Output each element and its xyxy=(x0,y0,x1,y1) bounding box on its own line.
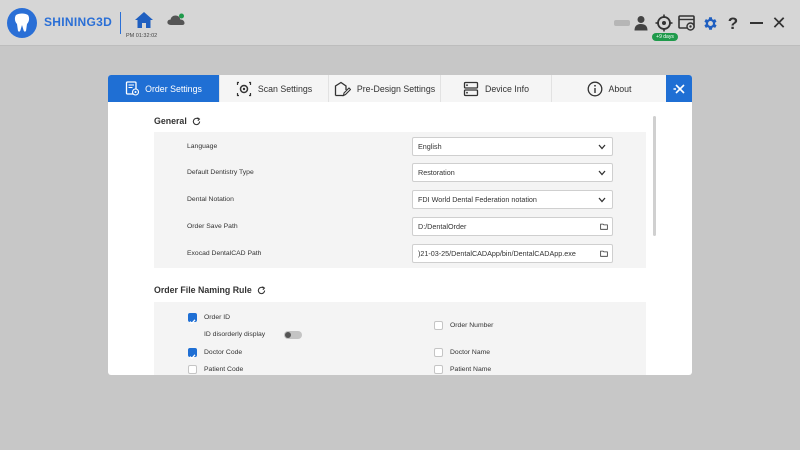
home-icon[interactable] xyxy=(134,11,154,31)
patient-code-label: Patient Code xyxy=(204,366,244,373)
device-info-icon xyxy=(463,81,479,96)
language-dropdown[interactable]: English xyxy=(412,137,613,156)
exocad-path-field[interactable]: )21-03-25/DentalCADApp/bin/DentalCADApp.… xyxy=(412,244,613,263)
settings-tabs: Order Settings Scan Settings Pre-Design … xyxy=(108,75,666,102)
tab-about[interactable]: About xyxy=(552,75,666,102)
doctor-name-label: Doctor Name xyxy=(450,349,491,356)
chevron-down-icon xyxy=(598,197,606,203)
tab-order-settings[interactable]: Order Settings xyxy=(108,75,220,102)
clock-display: PM 01:32:02 xyxy=(126,33,158,39)
folder-icon[interactable] xyxy=(598,222,608,231)
tab-label: Order Settings xyxy=(145,83,202,94)
brand-name: SHINING3D xyxy=(44,15,113,29)
patient-code-checkbox[interactable] xyxy=(188,365,197,374)
close-icon xyxy=(673,83,685,94)
cloud-icon[interactable] xyxy=(166,12,186,32)
help-icon[interactable]: ? xyxy=(722,12,744,34)
reset-icon[interactable] xyxy=(192,116,201,126)
logo-icon xyxy=(7,8,37,38)
user-name-blurred xyxy=(614,20,630,26)
dental-notation-label: Dental Notation xyxy=(187,196,234,203)
id-disorderly-label: ID disorderly display xyxy=(204,331,266,338)
close-icon[interactable]: ✕ xyxy=(768,12,790,34)
user-icon[interactable] xyxy=(630,12,652,34)
folder-icon[interactable] xyxy=(598,249,608,258)
chevron-down-icon xyxy=(598,144,606,150)
window-controls: ? ✕ xyxy=(629,12,790,34)
order-save-path-label: Order Save Path xyxy=(187,223,238,230)
order-save-path-field[interactable]: D:/DentalOrder xyxy=(412,217,613,236)
header-divider-line xyxy=(0,45,800,46)
tab-scan-settings[interactable]: Scan Settings xyxy=(220,75,329,102)
info-icon xyxy=(587,81,602,96)
tab-label: About xyxy=(608,83,632,94)
dental-notation-dropdown[interactable]: FDI World Dental Federation notation xyxy=(412,190,613,209)
check-icon xyxy=(189,354,196,360)
screen-record-icon[interactable] xyxy=(676,12,698,34)
order-number-label: Order Number xyxy=(450,322,494,329)
patient-name-label: Patient Name xyxy=(450,366,492,373)
tab-label: Scan Settings xyxy=(257,83,313,94)
order-id-checkbox[interactable] xyxy=(188,313,197,325)
scan-settings-icon xyxy=(236,81,251,96)
dentistry-type-label: Default Dentistry Type xyxy=(187,169,254,176)
remote-support-icon[interactable] xyxy=(653,12,675,34)
id-disorderly-toggle[interactable] xyxy=(284,331,302,339)
general-section-title: General xyxy=(154,116,201,126)
dentistry-type-dropdown[interactable]: Restoration xyxy=(412,163,613,182)
dialog-close-button[interactable] xyxy=(666,75,692,102)
minimize-icon[interactable] xyxy=(745,12,767,34)
doctor-code-checkbox[interactable] xyxy=(188,348,197,360)
order-number-checkbox[interactable] xyxy=(434,321,443,330)
settings-dialog: Order Settings Scan Settings Pre-Design … xyxy=(108,75,692,375)
reset-icon[interactable] xyxy=(257,285,266,295)
license-days-badge: +9 days xyxy=(652,33,678,41)
order-id-label: Order ID xyxy=(204,314,231,321)
naming-rule-section-title: Order File Naming Rule xyxy=(154,285,266,295)
toggle-knob xyxy=(285,332,291,338)
content-scrollbar[interactable] xyxy=(653,116,656,236)
gear-icon[interactable] xyxy=(699,12,721,34)
naming-rule-panel xyxy=(154,302,646,375)
app-header: SHINING3D PM 01:32:02 ? ✕ +9 days xyxy=(0,0,800,45)
settings-content: General Language English Default Dentist… xyxy=(108,102,692,375)
check-icon xyxy=(189,319,196,325)
tab-device-info[interactable]: Device Info xyxy=(441,75,552,102)
patient-name-checkbox[interactable] xyxy=(434,365,443,374)
tab-label: Device Info xyxy=(484,83,529,94)
doctor-name-checkbox[interactable] xyxy=(434,348,443,357)
order-settings-icon xyxy=(125,81,140,96)
doctor-code-label: Doctor Code xyxy=(204,349,243,356)
pre-design-icon xyxy=(334,81,351,96)
header-divider xyxy=(120,12,121,34)
tab-pre-design-settings[interactable]: Pre-Design Settings xyxy=(329,75,441,102)
chevron-down-icon xyxy=(598,170,606,176)
exocad-path-label: Exocad DentalCAD Path xyxy=(187,250,262,257)
language-label: Language xyxy=(187,143,218,150)
tab-label: Pre-Design Settings xyxy=(356,83,436,94)
